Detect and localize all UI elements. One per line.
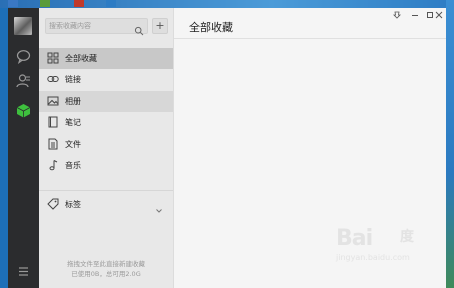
menu-item-label: 全部收藏 xyxy=(65,54,97,63)
search-input[interactable]: 搜索收藏内容 xyxy=(45,18,148,36)
add-favorite-button[interactable]: + xyxy=(152,18,168,34)
menu-item-files[interactable]: 文件 xyxy=(39,134,173,155)
menu-divider xyxy=(39,190,173,191)
storage-usage-text: 已使用0B，总可用2.0G xyxy=(71,270,141,278)
menu-item-music[interactable]: 音乐 xyxy=(39,155,173,176)
menu-item-links[interactable]: 链接 xyxy=(39,69,173,90)
menu-item-all-favorites[interactable]: 全部收藏 xyxy=(39,48,173,69)
desktop-icon xyxy=(74,0,84,7)
menu-item-label: 链接 xyxy=(65,75,81,84)
image-icon xyxy=(47,95,59,107)
music-icon xyxy=(47,159,59,171)
note-icon xyxy=(47,116,59,128)
drag-hint-text: 拖拽文件至此直接新建收藏 xyxy=(67,260,145,268)
chevron-down-icon[interactable] xyxy=(155,200,163,213)
search-icon[interactable] xyxy=(134,21,144,36)
desktop-icon xyxy=(8,0,18,7)
baidu-watermark: Bai 度 jingyan.baidu.com xyxy=(336,226,436,276)
file-icon xyxy=(47,138,59,150)
close-icon[interactable] xyxy=(432,10,446,20)
link-icon xyxy=(47,73,59,85)
header-divider xyxy=(174,38,446,39)
desktop-background-right xyxy=(446,0,454,288)
watermark-url: jingyan.baidu.com xyxy=(336,253,410,262)
contacts-icon[interactable] xyxy=(16,73,31,88)
menu-icon[interactable] xyxy=(16,264,31,279)
menu-item-album[interactable]: 相册 xyxy=(39,91,173,112)
watermark-brand: Bai xyxy=(336,226,373,251)
menu-item-label: 标签 xyxy=(65,200,81,209)
desktop-background-top xyxy=(0,0,454,8)
tag-icon xyxy=(47,198,59,210)
minimize-icon[interactable] xyxy=(408,10,422,20)
pin-icon[interactable] xyxy=(390,10,404,20)
chat-icon[interactable] xyxy=(16,49,31,64)
avatar[interactable] xyxy=(14,17,32,35)
menu-item-tags[interactable]: 标签 xyxy=(39,194,173,215)
menu-item-notes[interactable]: 笔记 xyxy=(39,112,173,133)
search-placeholder: 搜索收藏内容 xyxy=(49,22,91,30)
page-title: 全部收藏 xyxy=(189,21,233,34)
desktop-icon xyxy=(106,0,116,7)
menu-item-label: 音乐 xyxy=(65,161,81,170)
menu-item-label: 相册 xyxy=(65,97,81,106)
grid-icon xyxy=(47,52,59,64)
favorites-cube-icon[interactable] xyxy=(16,103,31,118)
category-list-pane: 搜索收藏内容 + 全部收藏 链接 相册 笔记 文件 音乐 标签 拖拽文件至此直接… xyxy=(39,8,174,288)
watermark-du: 度 xyxy=(400,229,414,245)
menu-item-label: 文件 xyxy=(65,140,81,149)
desktop-icon xyxy=(40,0,50,7)
menu-item-label: 笔记 xyxy=(65,118,81,127)
icon-sidebar xyxy=(8,8,39,288)
